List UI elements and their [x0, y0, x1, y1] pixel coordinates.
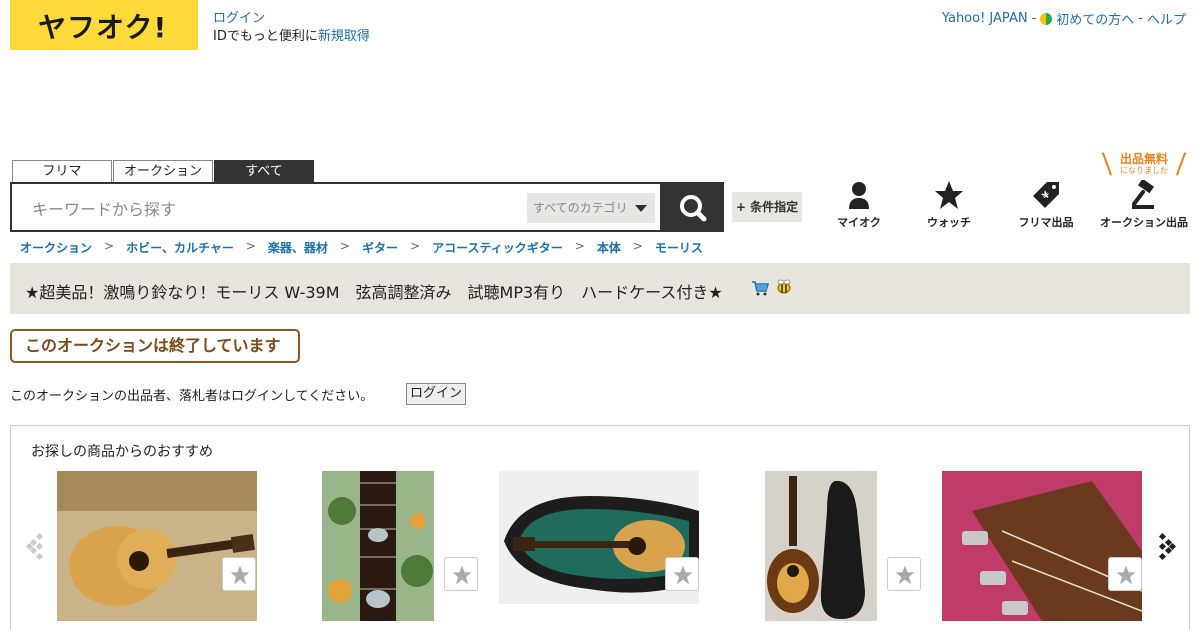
nav-furima-listing[interactable]: ¥ フリマ出品 [1014, 180, 1078, 230]
star-icon [935, 181, 963, 209]
gavel-icon [1132, 180, 1155, 209]
watch-star-button[interactable] [444, 557, 478, 591]
category-select-label: すべてのカテゴリ [533, 201, 628, 215]
item-image[interactable] [942, 471, 1143, 621]
item-image[interactable] [322, 471, 434, 621]
item-image[interactable] [765, 471, 877, 621]
watch-star-button[interactable] [1108, 557, 1142, 591]
advanced-search-button[interactable]: + 条件指定 [732, 192, 802, 222]
shopping-cart-icon [752, 281, 769, 296]
logo-text: ヤフオク! [38, 11, 168, 44]
search-button[interactable] [662, 182, 724, 232]
carousel-next-icon[interactable] [1155, 531, 1177, 561]
nav-auction-listing[interactable]: オークション出品 [1098, 180, 1190, 230]
chevron-down-icon [635, 205, 647, 212]
login-link[interactable]: ログイン [213, 11, 265, 26]
recommended-item[interactable] [322, 471, 478, 625]
tab-furima[interactable]: フリマ [12, 160, 112, 183]
nav-label: ウォッチ [927, 216, 971, 229]
item-image[interactable] [57, 471, 257, 621]
breadcrumb: オークション > ホビー、カルチャー > 楽器、器材 > ギター > アコースティックギ… [20, 239, 703, 256]
help-link[interactable]: ヘルプ [1147, 9, 1186, 28]
breadcrumb-item[interactable]: モーリス [655, 239, 703, 256]
bee-icon [777, 279, 791, 294]
tab-all[interactable]: すべて [214, 160, 314, 183]
nav-label: オークション出品 [1100, 216, 1188, 229]
nav-label: フリマ出品 [1018, 216, 1074, 229]
search-tabs: フリマ オークション すべて [12, 160, 314, 183]
login-sub-text: IDでもっと便利に [213, 29, 318, 44]
nav-label: マイオク [837, 216, 881, 229]
recommended-item[interactable] [499, 471, 699, 608]
separator: - [1138, 11, 1143, 26]
separator: - [1031, 11, 1037, 26]
beginners-guide-link[interactable]: 初めての方へ [1056, 9, 1134, 28]
breadcrumb-item[interactable]: 本体 [597, 239, 621, 256]
search-input[interactable]: キーワードから探す [32, 196, 176, 220]
login-notice: このオークションの出品者、落札者はログインしてください。 [10, 389, 374, 404]
category-select[interactable]: すべてのカテゴリ [527, 193, 655, 223]
listing-title: ★超美品！激鳴り鈴なり！モーリス W-39M 弦高調整済み 試聴MP3有り ハー… [25, 283, 723, 302]
breadcrumb-item[interactable]: 楽器、器材 [268, 239, 328, 256]
recommended-item[interactable] [57, 471, 257, 625]
breadcrumb-item[interactable]: ギター [362, 239, 398, 256]
nav-watch[interactable]: ウォッチ [922, 180, 976, 230]
free-badge-big: 出品無料 [1119, 152, 1168, 166]
recommended-item[interactable] [942, 471, 1143, 625]
recommendations-panel: お探しの商品からのおすすめ [10, 425, 1190, 630]
login-button[interactable]: ログイン [406, 383, 466, 405]
star-icon [895, 565, 915, 585]
tab-auction[interactable]: オークション [113, 160, 213, 183]
top-links: Yahoo! JAPAN - 初めての方へ - ヘルプ [942, 9, 1186, 28]
watch-star-button[interactable] [222, 557, 256, 591]
search-box: キーワードから探す すべてのカテゴリ [10, 182, 662, 232]
watch-star-button[interactable] [887, 557, 921, 591]
carousel-prev-icon[interactable] [25, 531, 47, 561]
login-area: ログイン IDでもっと便利に新規取得 [213, 10, 370, 46]
listing-title-bar: ★超美品！激鳴り鈴なり！モーリス W-39M 弦高調整済み 試聴MP3有り ハー… [10, 263, 1190, 314]
search-icon [680, 195, 707, 222]
breadcrumb-item[interactable]: オークション [20, 239, 92, 256]
auction-ended-status: このオークションは終了しています [10, 329, 300, 363]
yahoo-japan-link[interactable]: Yahoo! JAPAN [942, 11, 1028, 26]
recommended-item[interactable] [765, 471, 921, 625]
nav-my-auction[interactable]: マイオク [834, 180, 884, 230]
watch-star-button[interactable] [665, 557, 699, 591]
breadcrumb-item[interactable]: ホビー、カルチャー [126, 239, 234, 256]
person-icon [849, 182, 869, 209]
free-listing-badge[interactable]: 出品無料 になりました [1101, 152, 1187, 178]
price-tag-icon: ¥ [1033, 182, 1059, 208]
breadcrumb-item[interactable]: アコースティックギター [432, 239, 563, 256]
free-badge-small: になりました [1120, 166, 1168, 175]
beginner-mark-icon [1040, 12, 1053, 26]
star-icon [230, 565, 250, 585]
star-icon [673, 565, 693, 585]
star-icon [452, 565, 472, 585]
yafuoku-logo[interactable]: ヤフオク! [10, 0, 198, 50]
register-link[interactable]: 新規取得 [318, 29, 370, 44]
recommendations-title: お探しの商品からのおすすめ [31, 444, 213, 460]
star-icon [1116, 565, 1136, 585]
